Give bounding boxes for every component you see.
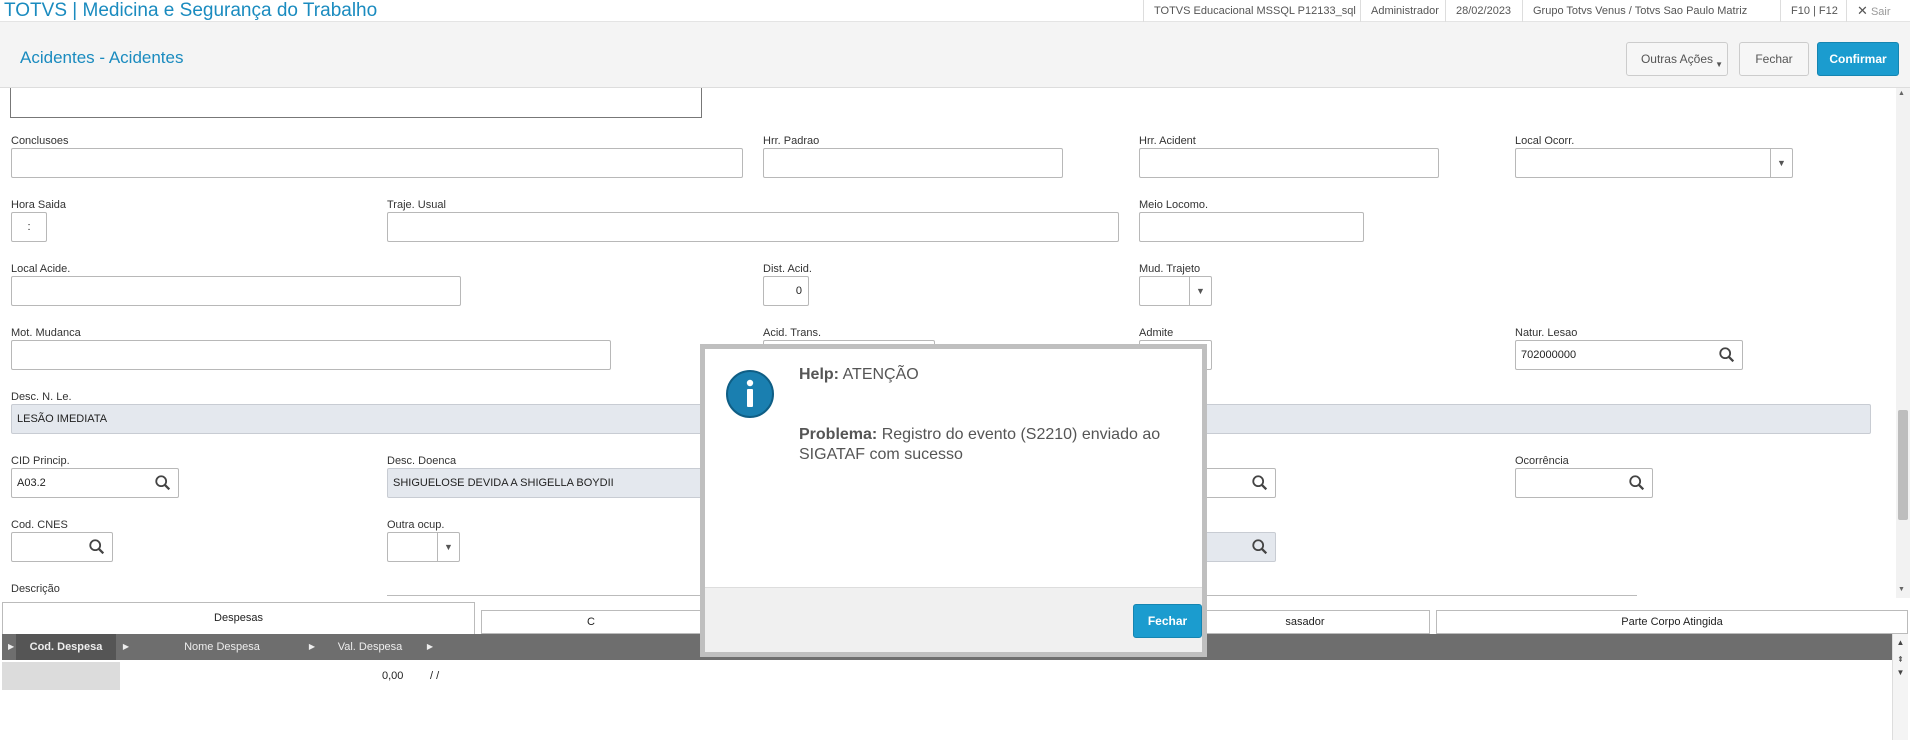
local-ocorr-label: Local Ocorr. — [1515, 135, 1575, 147]
grid-col-nome-despesa[interactable]: Nome Despesa — [132, 634, 312, 660]
natur-lesao-label: Natur. Lesao — [1515, 327, 1578, 339]
outra-ocup-label: Outra ocup. — [387, 519, 445, 531]
tab-despesas[interactable]: Despesas — [2, 602, 475, 634]
environment-label: TOTVS Educacional MSSQL P12133_sql — [1143, 0, 1366, 22]
grid-scrollbar[interactable]: ▲ ⇞ ▼ — [1892, 634, 1908, 740]
mot-mudanca-input[interactable] — [11, 340, 611, 370]
search-icon[interactable] — [1628, 474, 1646, 492]
hrr-padrao-label: Hrr. Padrao — [763, 135, 820, 147]
desc-n-le-label: Desc. N. Le. — [11, 391, 72, 403]
cid-princip-label: CID Princip. — [11, 455, 70, 467]
scrollbar-thumb[interactable] — [1898, 410, 1908, 520]
hrr-acident-label: Hrr. Acident — [1139, 135, 1196, 147]
search-icon[interactable] — [88, 538, 106, 556]
acid-trans-label: Acid. Trans. — [763, 327, 822, 339]
hrr-acident-input[interactable] — [1139, 148, 1439, 178]
mud-trajeto-label: Mud. Trajeto — [1139, 263, 1201, 275]
company-label: Grupo Totvs Venus / Totvs Sao Paulo Matr… — [1522, 0, 1757, 22]
caret-down-icon: ▼ — [1715, 60, 1723, 69]
natur-lesao-value: 702000000 — [1521, 349, 1577, 361]
admite-label: Admite — [1139, 327, 1174, 339]
hrr-padrao-input[interactable] — [763, 148, 1063, 178]
search-icon[interactable] — [1251, 538, 1269, 556]
scroll-down-icon[interactable]: ▼ — [1898, 586, 1905, 593]
page-header: Acidentes - Acidentes Outras Ações ▼ Fec… — [0, 22, 1910, 88]
local-acide-input[interactable] — [11, 276, 461, 306]
grid-col-val-despesa[interactable]: Val. Despesa — [320, 634, 420, 660]
tab-parte-corpo[interactable]: Parte Corpo Atingida — [1436, 610, 1908, 634]
exit-button[interactable]: ✕ Sair — [1846, 0, 1910, 22]
page-title: Acidentes - Acidentes — [20, 48, 184, 67]
shortcuts-label: F10 | F12 — [1780, 0, 1848, 22]
descricao-label: Descrição — [11, 583, 60, 595]
table-row[interactable] — [2, 662, 120, 690]
help-label: Help: — [799, 366, 839, 383]
grid-body: 0,00 / / — [2, 660, 1892, 740]
dist-acid-label: Dist. Acid. — [763, 263, 812, 275]
grid-cell-value: 0,00 — [382, 670, 404, 682]
chevron-down-icon: ▼ — [1770, 149, 1792, 177]
problem-message: Problema: Registro do evento (S2210) env… — [799, 425, 1189, 465]
hora-saida-input[interactable]: : — [11, 212, 47, 242]
grid-col-cod-despesa[interactable]: Cod. Despesa — [16, 634, 116, 660]
conclusoes-input[interactable] — [11, 148, 743, 178]
ocorrencia-label: Ocorrência — [1515, 455, 1569, 467]
triangle-right-icon: ▶ — [8, 642, 15, 651]
search-icon[interactable] — [1718, 346, 1736, 364]
help-dialog: Help: ATENÇÃO Problema: Registro do even… — [700, 344, 1207, 657]
scroll-up-icon[interactable]: ▲ — [1898, 90, 1905, 97]
ocorrencia-input[interactable] — [1515, 468, 1653, 498]
top-bar: TOTVS | Medicina e Segurança do Trabalho… — [0, 0, 1910, 22]
scroll-up-icon[interactable]: ▲ — [1893, 638, 1908, 647]
other-actions-button[interactable]: Outras Ações ▼ — [1626, 42, 1728, 76]
natur-lesao-input[interactable]: 702000000 — [1515, 340, 1743, 370]
close-icon: ✕ — [1857, 3, 1868, 18]
info-icon — [726, 370, 774, 418]
cid-princip-value: A03.2 — [17, 477, 46, 489]
meio-locomo-input[interactable] — [1139, 212, 1364, 242]
dialog-close-button[interactable]: Fechar — [1133, 604, 1202, 638]
dist-acid-input[interactable]: 0 — [763, 276, 809, 306]
dialog-footer: Fechar — [705, 587, 1202, 652]
search-icon[interactable] — [1251, 474, 1269, 492]
local-acide-label: Local Acide. — [11, 263, 71, 275]
triangle-right-icon: ▶ — [308, 642, 316, 651]
other-actions-label: Outras Ações — [1640, 52, 1714, 66]
cod-cnes-input[interactable] — [11, 532, 113, 562]
confirm-button[interactable]: Confirmar — [1817, 42, 1899, 76]
mud-trajeto-select[interactable]: ▼ — [1139, 276, 1212, 306]
search-icon[interactable] — [154, 474, 172, 492]
exit-label: Sair — [1870, 6, 1891, 18]
problem-label: Problema: — [799, 426, 878, 443]
textarea-partial[interactable] — [10, 88, 702, 118]
mot-mudanca-label: Mot. Mudanca — [11, 327, 81, 339]
user-label: Administrador — [1360, 0, 1449, 22]
triangle-right-icon: ▶ — [122, 642, 130, 651]
close-button[interactable]: Fechar — [1739, 42, 1809, 76]
scroll-top-icon[interactable]: ⇞ — [1893, 655, 1908, 664]
local-ocorr-select[interactable]: ▼ — [1515, 148, 1793, 178]
hora-saida-label: Hora Saida — [11, 199, 67, 211]
outra-ocup-select[interactable]: ▼ — [387, 532, 460, 562]
scroll-down-icon[interactable]: ▼ — [1893, 668, 1908, 677]
grid-cell-date: / / — [430, 670, 440, 682]
chevron-down-icon: ▼ — [437, 533, 459, 561]
help-title-text: ATENÇÃO — [842, 366, 919, 383]
app-title: TOTVS | Medicina e Segurança do Trabalho — [4, 0, 378, 21]
tab-causador[interactable]: sasador — [1180, 610, 1430, 634]
desc-doenca-label: Desc. Doenca — [387, 455, 457, 467]
desc-doenca-field: SHIGUELOSE DEVIDA A SHIGELLA BOYDII — [387, 468, 707, 498]
cid-princip-input[interactable]: A03.2 — [11, 468, 179, 498]
cod-cnes-label: Cod. CNES — [11, 519, 68, 531]
meio-locomo-label: Meio Locomo. — [1139, 199, 1209, 211]
chevron-down-icon: ▼ — [1189, 277, 1211, 305]
vertical-scrollbar[interactable] — [1896, 88, 1910, 598]
tab-c[interactable]: C — [481, 610, 701, 634]
conclusoes-label: Conclusoes — [11, 135, 69, 147]
traje-usual-input[interactable] — [387, 212, 1119, 242]
traje-usual-label: Traje. Usual — [387, 199, 446, 211]
triangle-right-icon: ▶ — [426, 642, 434, 651]
help-title: Help: ATENÇÃO — [799, 366, 919, 384]
date-label: 28/02/2023 — [1445, 0, 1521, 22]
